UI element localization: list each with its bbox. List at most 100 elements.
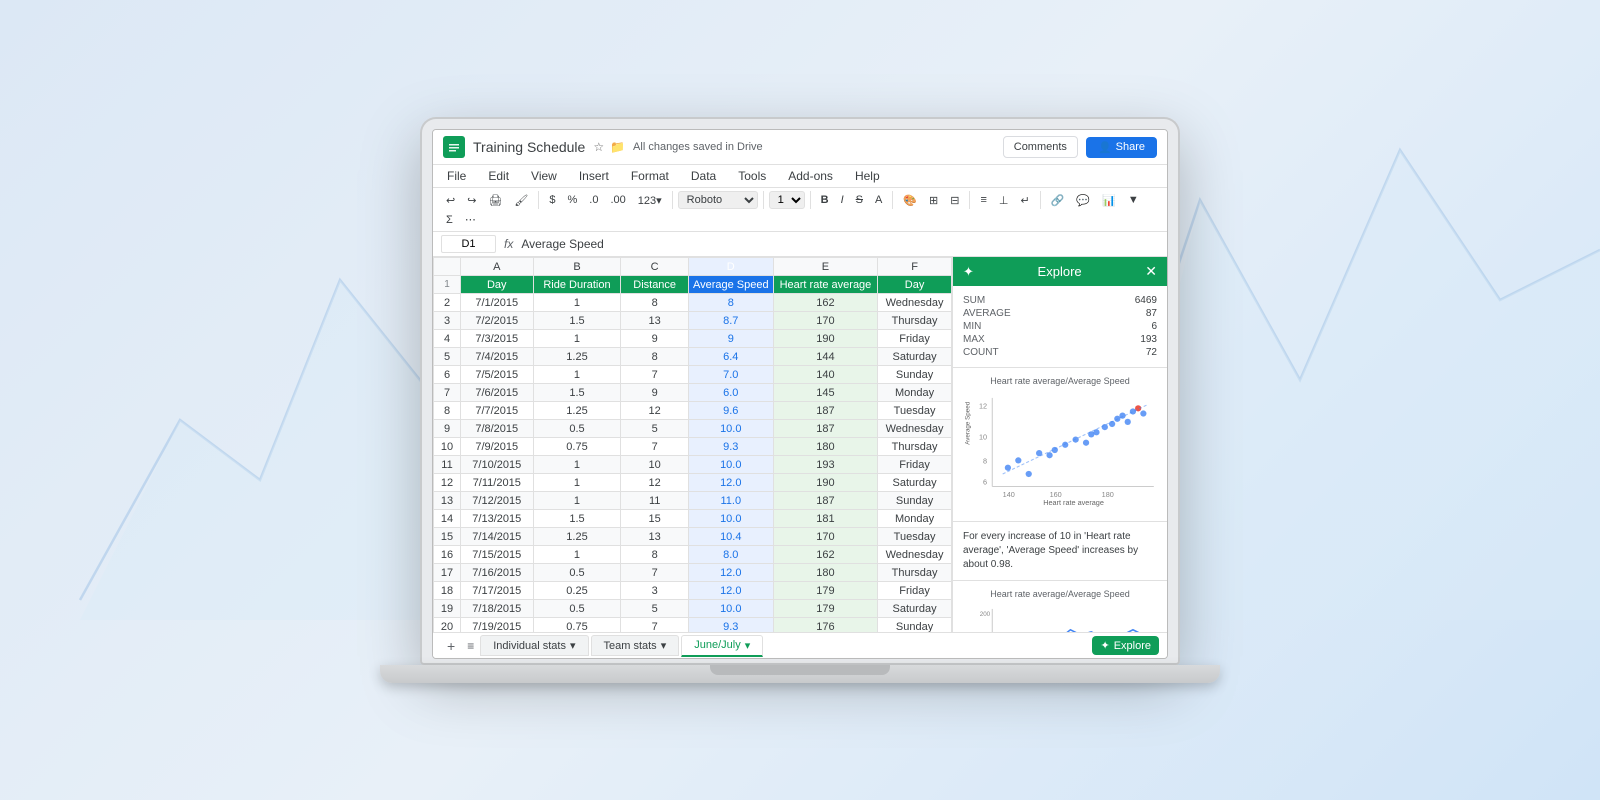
cell-avg-speed[interactable]: 10.4 [688,528,773,546]
cell-distance[interactable]: 15 [621,510,688,528]
cell-hr[interactable]: 170 [773,312,877,330]
col-header-c[interactable]: C [621,258,688,276]
col-header-a[interactable]: A [461,258,534,276]
align-left-button[interactable]: ≡ [975,192,991,208]
text-wrap-button[interactable]: ↵ [1016,192,1035,209]
cell-avg-speed[interactable]: 8.7 [688,312,773,330]
cell-day[interactable]: Tuesday [878,528,952,546]
cell-day[interactable]: Sunday [878,618,952,633]
paint-format-button[interactable]: 🖌 [509,192,533,209]
decimal-inc-button[interactable]: .00 [605,192,630,208]
cell-avg-speed[interactable]: 9.3 [688,438,773,456]
cell-avg-speed[interactable]: 6.4 [688,348,773,366]
cell-day[interactable]: Saturday [878,600,952,618]
menu-tools[interactable]: Tools [734,167,770,185]
cell-hr[interactable]: 179 [773,582,877,600]
functions-button[interactable]: Σ [441,212,458,228]
cell-date[interactable]: 7/6/2015 [461,384,534,402]
cell-day[interactable]: Sunday [878,366,952,384]
explore-tab-button[interactable]: ✦ Explore [1092,636,1159,655]
cell-distance[interactable]: 3 [621,582,688,600]
cell-distance[interactable]: 8 [621,294,688,312]
cell-date[interactable]: 7/13/2015 [461,510,534,528]
cell-day[interactable]: Sunday [878,492,952,510]
comments-button[interactable]: Comments [1003,136,1078,158]
cell-day[interactable]: Wednesday [878,546,952,564]
tab-junejuly-dropdown[interactable]: ▾ [745,639,751,652]
cell-date[interactable]: 7/5/2015 [461,366,534,384]
more-formats-button[interactable]: 123▾ [633,192,667,209]
cell-avg-speed[interactable]: 8 [688,294,773,312]
tab-individual-stats[interactable]: Individual stats ▾ [480,635,588,656]
cell-duration[interactable]: 1 [533,330,621,348]
cell-avg-speed[interactable]: 6.0 [688,384,773,402]
sheet-menu-button[interactable]: ≡ [463,637,478,655]
cell-avg-speed[interactable]: 10.0 [688,600,773,618]
col-header-f[interactable]: F [878,258,952,276]
menu-format[interactable]: Format [627,167,673,185]
col-header-b[interactable]: B [533,258,621,276]
cell-distance[interactable]: 8 [621,348,688,366]
fill-color-button[interactable]: 🎨 [898,192,922,209]
cell-hr[interactable]: 193 [773,456,877,474]
cell-hr[interactable]: 180 [773,438,877,456]
font-color-button[interactable]: A [870,192,887,208]
cell-duration[interactable]: 1.5 [533,384,621,402]
cell-distance[interactable]: 12 [621,474,688,492]
cell-duration[interactable]: 1 [533,366,621,384]
tab-individual-dropdown[interactable]: ▾ [570,639,576,652]
cell-avg-speed[interactable]: 8.0 [688,546,773,564]
strikethrough-button[interactable]: S [851,192,868,208]
cell-hr[interactable]: 190 [773,474,877,492]
more-button[interactable]: ⋯ [460,211,481,228]
cell-avg-speed[interactable]: 10.0 [688,510,773,528]
cell-duration[interactable]: 0.75 [533,618,621,633]
filter-button[interactable]: ▼ [1123,192,1144,208]
cell-duration[interactable]: 1.25 [533,402,621,420]
cell-hr[interactable]: 180 [773,564,877,582]
cell-date[interactable]: 7/2/2015 [461,312,534,330]
cell-duration[interactable]: 0.5 [533,600,621,618]
cell-date[interactable]: 7/17/2015 [461,582,534,600]
menu-view[interactable]: View [527,167,561,185]
cell-date[interactable]: 7/19/2015 [461,618,534,633]
cell-day[interactable]: Saturday [878,348,952,366]
insert-link-button[interactable]: 🔗 [1046,192,1070,209]
insert-comment-button[interactable]: 💬 [1071,192,1095,209]
cell-duration[interactable]: 1.5 [533,312,621,330]
cell-duration[interactable]: 1.5 [533,510,621,528]
cell-date[interactable]: 7/4/2015 [461,348,534,366]
cell-distance[interactable]: 5 [621,420,688,438]
add-sheet-button[interactable]: + [441,636,461,656]
cell-date[interactable]: 7/1/2015 [461,294,534,312]
cell-hr[interactable]: 187 [773,402,877,420]
cell-date[interactable]: 7/18/2015 [461,600,534,618]
redo-button[interactable]: ↪ [462,192,481,209]
cell-day[interactable]: Friday [878,582,952,600]
cell-date[interactable]: 7/3/2015 [461,330,534,348]
cell-avg-speed[interactable]: 12.0 [688,474,773,492]
bold-button[interactable]: B [816,192,834,208]
menu-data[interactable]: Data [687,167,720,185]
cell-avg-speed[interactable]: 9 [688,330,773,348]
tab-june-july[interactable]: June/July ▾ [681,635,763,657]
menu-file[interactable]: File [443,167,470,185]
font-select[interactable]: Roboto [678,191,758,209]
explore-close-button[interactable]: ✕ [1145,263,1157,280]
cell-distance[interactable]: 13 [621,312,688,330]
cell-hr[interactable]: 179 [773,600,877,618]
cell-hr[interactable]: 187 [773,492,877,510]
cell-date[interactable]: 7/10/2015 [461,456,534,474]
cell-hr[interactable]: 162 [773,546,877,564]
cell-distance[interactable]: 8 [621,546,688,564]
cell-distance[interactable]: 7 [621,438,688,456]
cell-duration[interactable]: 0.75 [533,438,621,456]
font-size-select[interactable]: 11 [769,191,805,209]
cell-avg-speed[interactable]: 9.6 [688,402,773,420]
cell-duration[interactable]: 1 [533,294,621,312]
cell-hr[interactable]: 170 [773,528,877,546]
share-button[interactable]: 👤 Share [1086,137,1157,158]
cell-avg-speed[interactable]: 10.0 [688,456,773,474]
cell-day[interactable]: Saturday [878,474,952,492]
cell-hr[interactable]: 144 [773,348,877,366]
